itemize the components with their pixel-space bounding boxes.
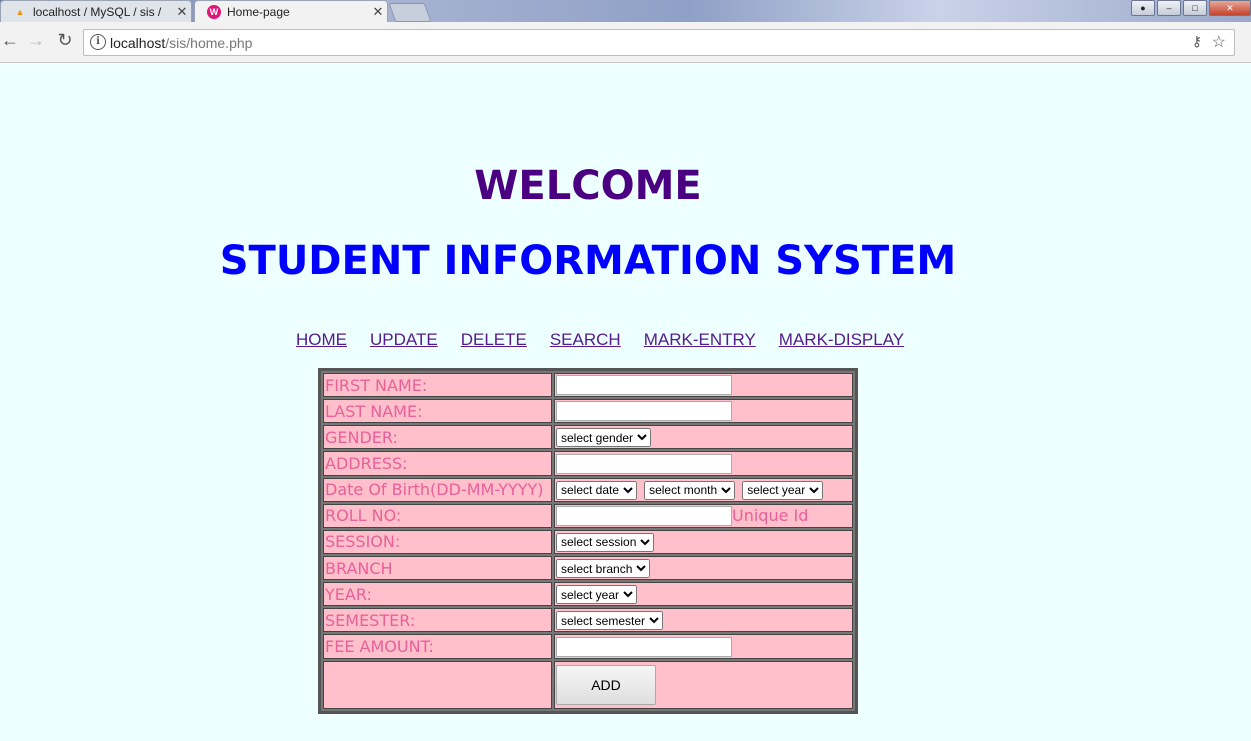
form-row: Date Of Birth(DD-MM-YYYY) select date se… bbox=[323, 477, 853, 502]
page-subtitle: STUDENT INFORMATION SYSTEM bbox=[219, 238, 957, 284]
key-icon[interactable]: ⚷ bbox=[1192, 33, 1202, 50]
close-window-icon[interactable]: ✕ bbox=[1209, 0, 1251, 16]
tab-title: Home-page bbox=[227, 4, 290, 19]
address-bar[interactable]: i localhost/sis/home.php ⚷ ☆ bbox=[83, 29, 1235, 56]
session-label: SESSION: bbox=[323, 529, 552, 554]
bookmark-star-icon[interactable]: ☆ bbox=[1212, 32, 1226, 52]
form-row: LAST NAME: bbox=[323, 399, 853, 424]
gender-label: GENDER: bbox=[323, 425, 552, 450]
branch-label: BRANCH bbox=[323, 555, 552, 581]
reload-icon[interactable]: ↻ bbox=[55, 30, 75, 51]
nav-search-link[interactable]: SEARCH bbox=[550, 330, 621, 350]
minimize-icon[interactable]: – bbox=[1157, 0, 1181, 16]
main-nav: HOME UPDATE DELETE SEARCH MARK-ENTRY MAR… bbox=[296, 330, 927, 350]
form-row: BRANCH select branch bbox=[323, 555, 853, 581]
form-row: YEAR: select year bbox=[323, 582, 853, 607]
fee-amount-label: FEE AMOUNT: bbox=[323, 634, 552, 659]
nav-update-link[interactable]: UPDATE bbox=[370, 330, 438, 350]
info-icon[interactable]: i bbox=[90, 34, 106, 50]
new-tab-button[interactable] bbox=[388, 3, 432, 22]
close-tab-icon[interactable]: ✕ bbox=[173, 4, 191, 20]
form-row: ROLL NO: Unique Id bbox=[323, 503, 853, 528]
first-name-input[interactable] bbox=[556, 375, 732, 396]
nav-delete-link[interactable]: DELETE bbox=[461, 330, 527, 350]
tab-strip: ▲ localhost / MySQL / sis / ✕ W Home-pag… bbox=[0, 0, 1251, 22]
nav-mark-entry-link[interactable]: MARK-ENTRY bbox=[644, 330, 756, 350]
close-tab-icon[interactable]: ✕ bbox=[369, 4, 387, 20]
gender-select[interactable]: select gender bbox=[556, 428, 651, 448]
form-row: FIRST NAME: bbox=[323, 373, 853, 398]
back-arrow-icon[interactable]: ← bbox=[0, 30, 20, 51]
url-text[interactable]: localhost/sis/home.php bbox=[110, 35, 252, 51]
nav-mark-display-link[interactable]: MARK-DISPLAY bbox=[779, 330, 904, 350]
form-row: SESSION: select session bbox=[323, 529, 853, 554]
semester-label: SEMESTER: bbox=[323, 608, 552, 633]
user-icon[interactable]: ● bbox=[1131, 0, 1155, 16]
last-name-label: LAST NAME: bbox=[323, 399, 552, 424]
session-select[interactable]: select session bbox=[556, 532, 654, 552]
dob-label: Date Of Birth(DD-MM-YYYY) bbox=[323, 477, 552, 502]
roll-no-hint: Unique Id bbox=[732, 505, 809, 525]
page-title: WELCOME bbox=[474, 163, 702, 209]
add-button[interactable]: ADD bbox=[556, 664, 656, 705]
pma-icon: ▲ bbox=[15, 6, 25, 17]
year-label: YEAR: bbox=[323, 582, 552, 607]
first-name-label: FIRST NAME: bbox=[323, 373, 552, 398]
maximize-icon[interactable]: □ bbox=[1183, 0, 1207, 16]
forward-arrow-icon[interactable]: → bbox=[26, 30, 46, 51]
roll-no-label: ROLL NO: bbox=[323, 503, 552, 528]
tab-title: localhost / MySQL / sis / bbox=[33, 4, 162, 19]
semester-select[interactable]: select semester bbox=[556, 611, 663, 631]
window-controls: ● – □ ✕ bbox=[1131, 0, 1251, 16]
dob-date-select[interactable]: select date bbox=[556, 480, 637, 500]
student-form: FIRST NAME: LAST NAME: GENDER: select ge… bbox=[318, 368, 858, 714]
roll-no-input[interactable] bbox=[556, 506, 732, 527]
form-row: GENDER: select gender bbox=[323, 425, 853, 450]
address-input[interactable] bbox=[556, 453, 732, 474]
dob-month-select[interactable]: select month bbox=[644, 480, 736, 500]
dob-year-select[interactable]: select year bbox=[742, 480, 824, 500]
form-row: ADDRESS: bbox=[323, 451, 853, 476]
tab-home-page[interactable]: W Home-page ✕ bbox=[194, 0, 388, 22]
tab-phpmyadmin[interactable]: ▲ localhost / MySQL / sis / ✕ bbox=[0, 0, 192, 22]
form-row: FEE AMOUNT: bbox=[323, 634, 853, 659]
address-label: ADDRESS: bbox=[323, 451, 552, 476]
wamp-icon: W bbox=[207, 4, 221, 19]
branch-select[interactable]: select branch bbox=[556, 559, 650, 579]
year-select[interactable]: select year bbox=[556, 585, 637, 605]
form-row: SEMESTER: select semester bbox=[323, 608, 853, 633]
last-name-input[interactable] bbox=[556, 401, 732, 422]
fee-amount-input[interactable] bbox=[556, 636, 732, 657]
nav-home-link[interactable]: HOME bbox=[296, 330, 347, 350]
empty-cell bbox=[323, 660, 552, 709]
form-row: ADD bbox=[323, 660, 853, 709]
